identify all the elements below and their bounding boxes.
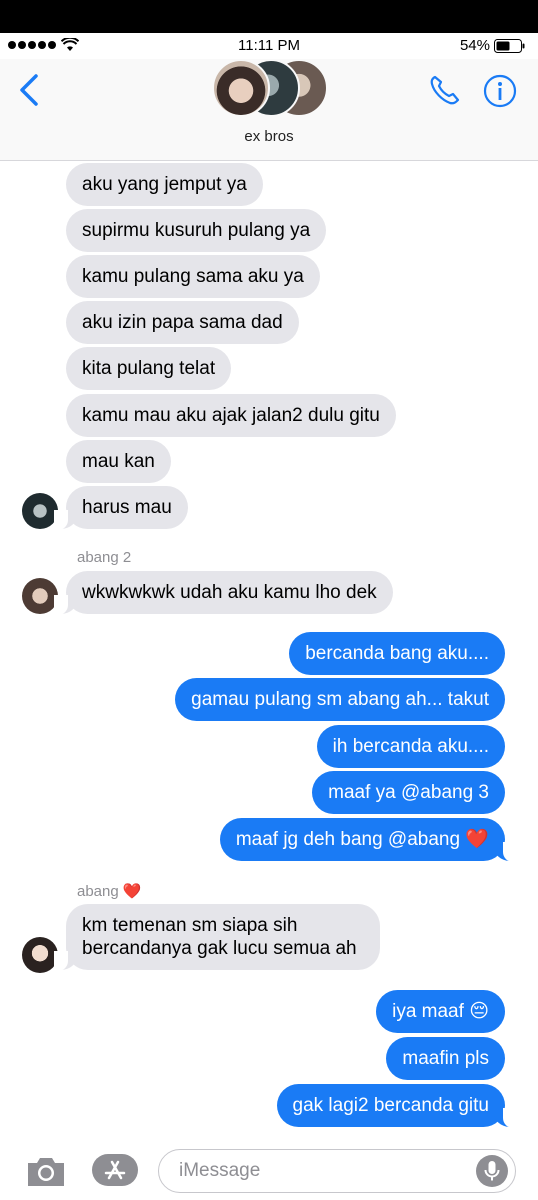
received-message[interactable]: kita pulang telat: [66, 347, 232, 390]
conversation-header: ex bros: [0, 59, 538, 161]
message-text: maaf jg deh bang @abang: [235, 829, 461, 850]
sent-message[interactable]: gamau pulang sm abang ah... takut: [175, 678, 505, 721]
battery-icon: [494, 39, 525, 53]
received-message[interactable]: wkwkwkwk udah aku kamu lho dek: [54, 571, 393, 615]
app-store-icon[interactable]: [91, 1153, 139, 1187]
sender-avatar[interactable]: [22, 578, 58, 614]
compose-bar: [0, 1139, 538, 1200]
received-message[interactable]: aku yang jemput ya: [66, 163, 263, 206]
received-message[interactable]: kamu pulang sama aku ya: [66, 255, 320, 298]
sent-message[interactable]: bercanda bang aku....: [289, 632, 505, 675]
received-message[interactable]: km temenan sm siapa sih bercandanya gak …: [54, 904, 380, 971]
message-text: iya maaf: [392, 1001, 464, 1022]
message-thread[interactable]: aku yang jemput ya supirmu kusuruh pulan…: [0, 161, 538, 1139]
info-icon[interactable]: [483, 74, 517, 108]
avatar: [212, 59, 270, 117]
received-message[interactable]: supirmu kusuruh pulang ya: [66, 209, 327, 252]
microphone-icon[interactable]: [476, 1155, 508, 1187]
sent-message[interactable]: maaf jg deh bang @abang ❤️: [219, 818, 518, 862]
camera-icon[interactable]: [25, 1153, 67, 1189]
top-black-bar: [0, 0, 538, 33]
sent-message[interactable]: maaf ya @abang 3: [312, 771, 505, 814]
sender-name: abang 2: [77, 549, 132, 566]
pensive-emoji: 😔: [469, 1001, 489, 1022]
sender-name-text: abang: [77, 883, 119, 900]
sent-message[interactable]: iya maaf 😔: [376, 990, 505, 1033]
message-input[interactable]: [158, 1149, 516, 1193]
received-message[interactable]: kamu mau aku ajak jalan2 dulu gitu: [66, 394, 396, 437]
sender-name: abang ❤️: [77, 882, 142, 900]
chevron-left-icon[interactable]: [16, 72, 44, 108]
received-message[interactable]: aku izin papa sama dad: [66, 301, 299, 344]
sent-message[interactable]: ih bercanda aku....: [316, 725, 505, 768]
battery-percent: 54%: [459, 37, 490, 54]
group-avatars[interactable]: [212, 59, 330, 119]
received-message[interactable]: harus mau: [54, 486, 188, 530]
heart-emoji: ❤️: [465, 829, 489, 850]
conversation-title[interactable]: ex bros: [0, 128, 538, 145]
sender-avatar[interactable]: [22, 937, 58, 973]
received-message[interactable]: mau kan: [66, 440, 171, 483]
sender-avatar[interactable]: [22, 493, 58, 529]
phone-icon[interactable]: [428, 73, 462, 107]
heart-emoji: ❤️: [122, 883, 142, 900]
status-time: 11:11 PM: [238, 37, 300, 54]
status-bar: 11:11 PM 54%: [0, 33, 538, 59]
sent-message[interactable]: maafin pls: [386, 1037, 505, 1080]
sent-message[interactable]: gak lagi2 bercanda gitu: [276, 1084, 518, 1128]
